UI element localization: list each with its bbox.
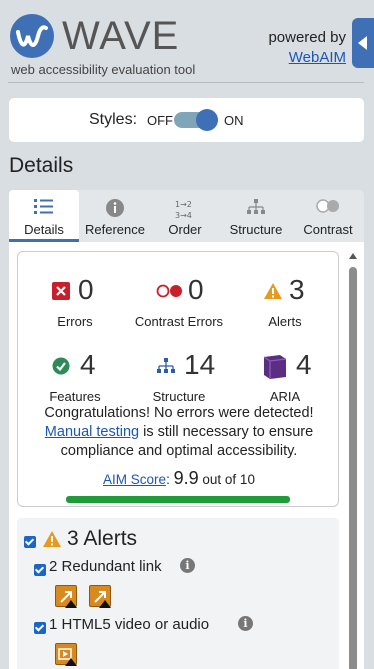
scrollbar-thumb[interactable] xyxy=(349,267,357,669)
aria-stat[interactable]: 4 ARIA xyxy=(230,349,340,405)
tab-reference[interactable]: Reference xyxy=(81,190,149,242)
collapse-sidebar-button[interactable] xyxy=(352,18,374,68)
aria-label: ARIA xyxy=(269,389,301,404)
redundant-link-info-icon[interactable]: i xyxy=(180,558,195,573)
tab-order[interactable]: 1→2 3→4 Order xyxy=(151,190,219,242)
styles-toggle[interactable] xyxy=(174,109,218,131)
tab-bar: Details Reference 1→2 3→4 Order Structur… xyxy=(9,190,364,242)
features-label: Features xyxy=(49,389,101,404)
structure-count: 14 xyxy=(184,349,216,380)
aim-score-value: 9.9 xyxy=(173,468,199,488)
tab-details-label: Details xyxy=(24,222,64,237)
features-stat[interactable]: 4 Features xyxy=(20,349,130,405)
styles-on-label: ON xyxy=(224,113,244,128)
aim-out-of: out of 10 xyxy=(202,472,255,487)
contrast-errors-count: 0 xyxy=(188,274,204,305)
summary-box: 0 Errors 0 Contrast Errors 3 Alerts 4 Fe… xyxy=(17,251,339,507)
tab-contrast[interactable]: Contrast xyxy=(293,190,363,242)
header: WAVE web accessibility evaluation tool p… xyxy=(0,0,374,84)
redundant-link-icon[interactable] xyxy=(55,585,77,608)
alerts-section: 3 Alerts 2 Redundant link i 1 HTML5 vide… xyxy=(17,518,339,669)
tab-structure-label: Structure xyxy=(229,222,283,237)
error-icon xyxy=(52,282,70,305)
congrats-line-2: Manual testing is still necessary to ens… xyxy=(18,423,340,442)
aim-colon: : xyxy=(166,472,170,487)
features-count: 4 xyxy=(80,349,96,380)
alert-section-icon xyxy=(42,530,62,553)
styles-panel: Styles: OFF ON xyxy=(9,98,364,142)
aim-score-bar xyxy=(66,496,290,503)
aim-score: AIM Score: 9.9 out of 10 xyxy=(18,468,340,489)
powered-by: powered by WebAIM xyxy=(268,28,346,68)
structure-label: Structure xyxy=(152,389,206,404)
redundant-link-icon[interactable] xyxy=(89,585,111,608)
html5-video-info-icon[interactable]: i xyxy=(238,616,253,631)
alerts-stat[interactable]: 3 Alerts xyxy=(230,274,340,330)
html5-video-checkbox[interactable] xyxy=(34,622,46,634)
tab-contrast-label: Contrast xyxy=(303,222,353,237)
alert-icon xyxy=(263,282,283,305)
errors-label: Errors xyxy=(57,314,93,329)
tab-reference-label: Reference xyxy=(85,222,145,237)
toggle-knob xyxy=(196,109,218,131)
list-icon xyxy=(33,198,55,221)
redundant-link-label: 2 Redundant link xyxy=(49,558,162,575)
alerts-section-title: 3 Alerts xyxy=(67,527,138,550)
contrast-error-icon xyxy=(156,284,184,303)
alerts-label: Alerts xyxy=(268,314,302,329)
manual-testing-link[interactable]: Manual testing xyxy=(45,424,139,440)
html5-video-icon[interactable] xyxy=(55,643,77,666)
contrast-icon xyxy=(315,198,341,219)
scroll-up-arrow-icon[interactable] xyxy=(349,253,357,259)
order-icon: 1→2 3→4 xyxy=(174,198,196,225)
structure-icon xyxy=(245,198,267,223)
svg-text:1→2: 1→2 xyxy=(175,200,192,209)
aria-count: 4 xyxy=(296,349,312,380)
structure-stat[interactable]: 14 Structure xyxy=(124,349,234,405)
contrast-errors-stat[interactable]: 0 Contrast Errors xyxy=(124,274,234,330)
structure-tree-icon xyxy=(156,358,176,381)
styles-off-label: OFF xyxy=(147,113,173,128)
redundant-link-checkbox[interactable] xyxy=(34,564,46,576)
congrats-line-3: compliance and optimal accessibility. xyxy=(60,443,298,459)
feature-check-icon xyxy=(52,357,70,380)
info-icon xyxy=(105,198,125,223)
wave-logo-icon xyxy=(10,14,54,58)
congrats-line-2-rest: is still necessary to ensure xyxy=(139,424,314,440)
powered-by-label: powered by xyxy=(268,29,346,46)
congrats-line-1: Congratulations! No errors were detected… xyxy=(44,405,314,421)
svg-text:3→4: 3→4 xyxy=(175,211,192,220)
tagline: web accessibility evaluation tool xyxy=(11,62,196,77)
alerts-count: 3 xyxy=(289,274,305,305)
tab-order-label: Order xyxy=(168,222,202,237)
alerts-checkbox[interactable] xyxy=(24,536,36,548)
congrats-message: Congratulations! No errors were detected… xyxy=(18,404,340,461)
tab-structure[interactable]: Structure xyxy=(221,190,291,242)
header-divider xyxy=(8,82,364,83)
errors-stat[interactable]: 0 Errors xyxy=(20,274,130,330)
styles-label: Styles: xyxy=(89,111,138,128)
details-panel: 0 Errors 0 Contrast Errors 3 Alerts 4 Fe… xyxy=(9,242,364,669)
contrast-errors-label: Contrast Errors xyxy=(134,314,224,329)
webaim-link[interactable]: WebAIM xyxy=(289,49,346,66)
logo-text: WAVE xyxy=(62,14,180,58)
errors-count: 0 xyxy=(78,274,94,305)
html5-video-label: 1 HTML5 video or audio xyxy=(49,616,210,633)
scrollbar[interactable] xyxy=(346,251,360,669)
tab-details[interactable]: Details xyxy=(9,190,79,242)
aim-score-link[interactable]: AIM Score xyxy=(103,472,166,487)
details-heading: Details xyxy=(9,154,74,177)
aria-cube-icon xyxy=(262,353,288,386)
